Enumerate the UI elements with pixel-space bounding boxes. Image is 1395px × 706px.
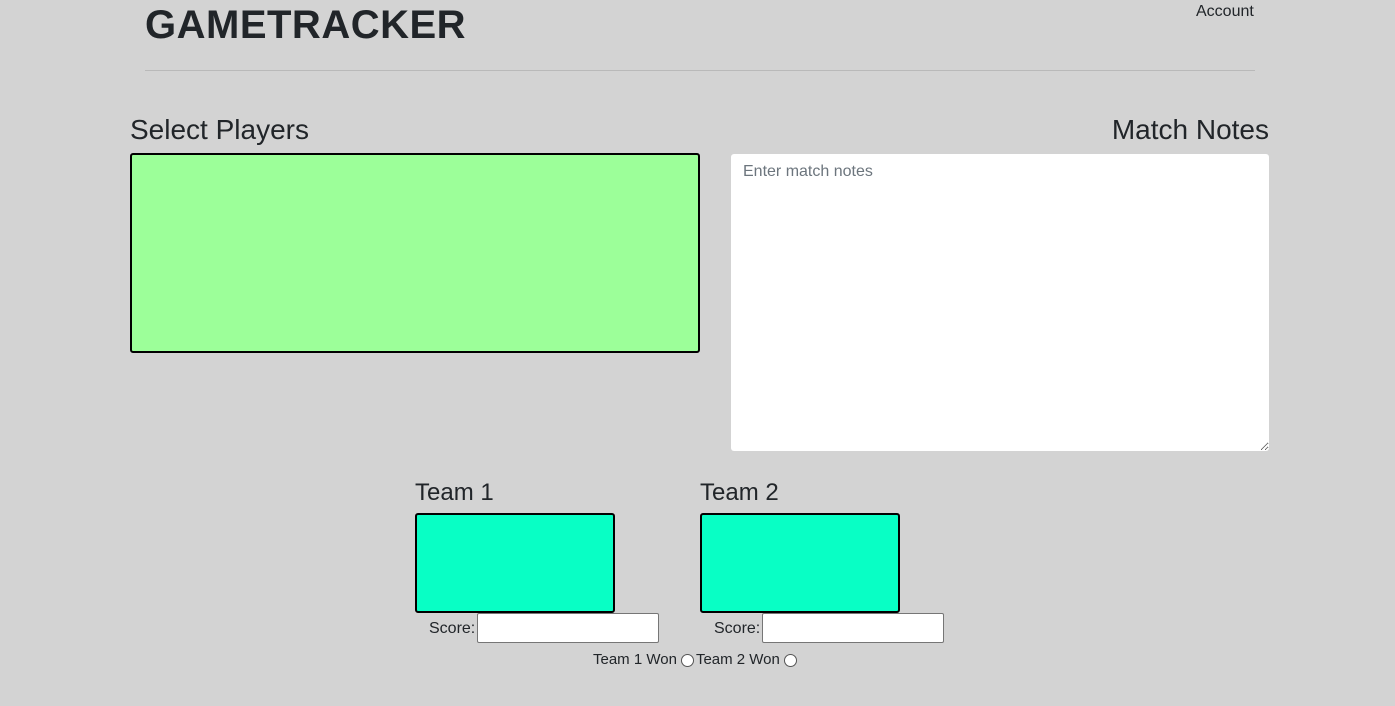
team1-score-label: Score: <box>429 620 476 637</box>
team1-won-label: Team 1 Won <box>593 651 677 668</box>
team1-score-input[interactable] <box>477 613 659 643</box>
team2-dropzone[interactable] <box>700 513 900 613</box>
brand-title: GAMETRACKER <box>145 3 467 47</box>
team1-title: Team 1 <box>415 479 494 506</box>
team2-won-label: Team 2 Won <box>695 651 780 668</box>
match-notes-title: Match Notes <box>1111 114 1269 145</box>
winner-selector: Team 1 Won Team 2 Won <box>593 651 799 669</box>
select-players-title: Select Players <box>130 114 309 145</box>
account-link[interactable]: Account <box>1196 2 1254 22</box>
team1-dropzone[interactable] <box>415 513 615 613</box>
team1-won-radio[interactable] <box>680 653 694 667</box>
team2-won-radio[interactable] <box>783 653 797 667</box>
match-notes-textarea[interactable] <box>731 154 1269 451</box>
team2-score-label: Score: <box>714 620 761 637</box>
team2-title: Team 2 <box>700 479 779 506</box>
team2-score-input[interactable] <box>762 613 944 643</box>
header-divider <box>145 70 1255 71</box>
player-select-dropzone[interactable] <box>130 153 700 353</box>
